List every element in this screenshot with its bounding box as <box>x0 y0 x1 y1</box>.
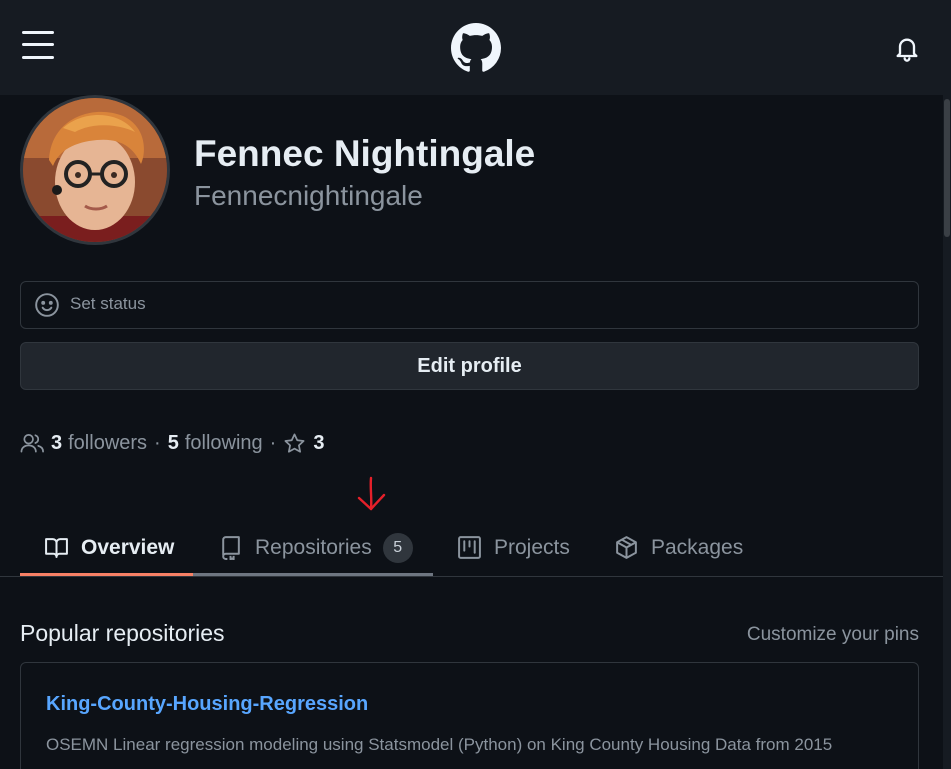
following-count: 5 <box>167 431 179 454</box>
follow-stats: 3 followers · 5 following · 3 <box>20 430 330 456</box>
tab-overview[interactable]: Overview <box>44 520 174 575</box>
people-icon <box>20 433 44 453</box>
tab-projects[interactable]: Projects <box>457 520 570 575</box>
star-icon <box>284 433 305 453</box>
tab-packages-label: Packages <box>651 535 744 559</box>
page-scrollbar[interactable] <box>943 95 951 769</box>
tab-projects-label: Projects <box>494 535 570 559</box>
repositories-counter: 5 <box>382 532 413 563</box>
package-icon <box>616 536 637 559</box>
profile-full-name: Fennec Nightingale <box>194 133 536 174</box>
following-label: following <box>184 431 263 454</box>
repo-name-link[interactable]: King-County-Housing-Regression <box>46 693 368 716</box>
profile-username: Fennecnightingale <box>194 180 423 211</box>
avatar[interactable] <box>20 95 170 245</box>
set-status-label: Set status <box>70 294 146 313</box>
bell-icon[interactable] <box>893 35 921 63</box>
tab-packages[interactable]: Packages <box>614 520 743 575</box>
tab-repositories-label: Repositories <box>255 535 372 559</box>
red-arrow-annotation-icon <box>357 476 386 511</box>
followers-label: followers <box>68 431 148 454</box>
scrollbar-thumb[interactable] <box>944 99 950 237</box>
hamburger-menu-icon[interactable] <box>22 30 54 60</box>
pinned-repo-card: King-County-Housing-Regression OSEMN Lin… <box>20 662 919 769</box>
stars-count: 3 <box>313 431 325 454</box>
github-logo-icon[interactable] <box>451 23 501 73</box>
repo-icon <box>222 536 240 560</box>
avatar-portrait-image <box>23 98 167 242</box>
popular-repositories-title: Popular repositories <box>20 620 225 646</box>
tabs-divider <box>0 576 943 577</box>
project-icon <box>458 536 481 559</box>
set-status-button[interactable]: Set status <box>20 281 919 329</box>
follow-separator: · <box>154 431 161 454</box>
tab-repositories[interactable]: Repositories 5 <box>218 520 413 575</box>
customize-pins-link[interactable]: Customize your pins <box>747 624 919 646</box>
repo-description: OSEMN Linear regression modeling using S… <box>46 735 833 754</box>
stars-separator: · <box>269 431 277 454</box>
tab-overview-label: Overview <box>81 535 175 559</box>
book-icon <box>45 538 68 558</box>
stars-link[interactable]: 3 <box>283 432 330 455</box>
profile-tabs: Overview Repositories 5 Projects Package… <box>0 520 943 578</box>
following-link[interactable]: 5 following <box>168 432 263 455</box>
smiley-icon <box>35 293 59 317</box>
top-header <box>0 0 951 95</box>
edit-profile-button[interactable]: Edit profile <box>20 342 919 390</box>
followers-count: 3 <box>51 431 63 454</box>
followers-link[interactable]: 3 followers <box>20 432 147 455</box>
github-profile-page: Fennec Nightingale Fennecnightingale Set… <box>0 0 951 769</box>
